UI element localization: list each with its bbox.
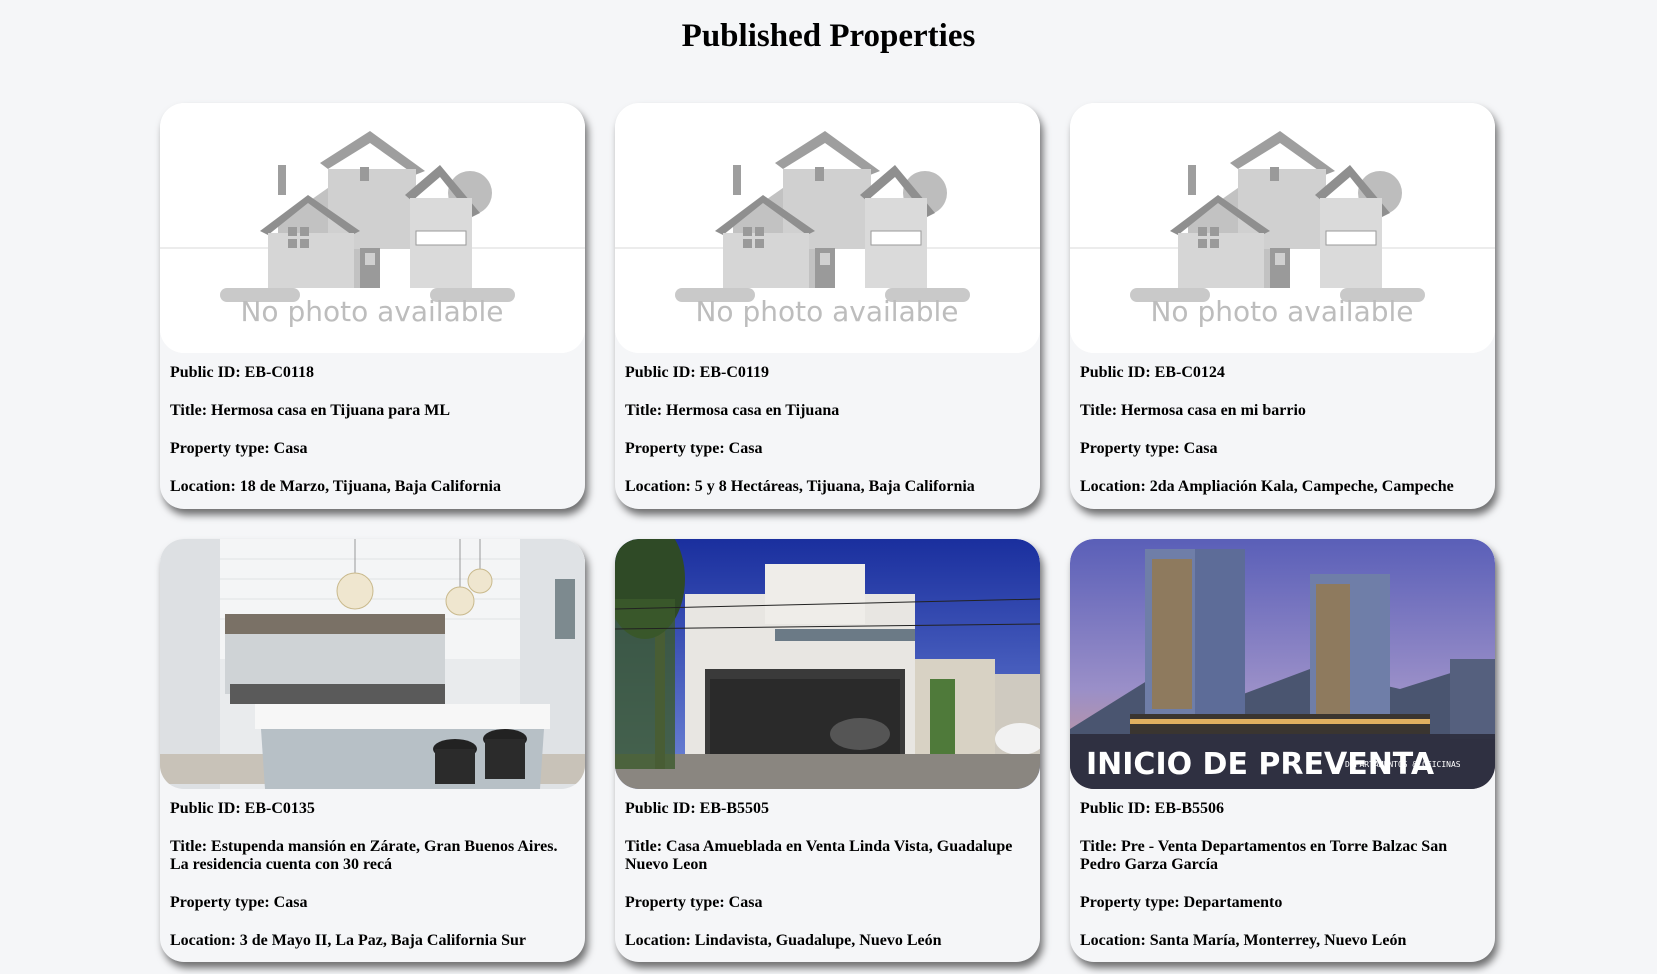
property-info: Public ID: EB-C0119 Title: Hermosa casa … bbox=[615, 353, 1040, 496]
property-card[interactable]: No photo available Public ID: EB-C0124 T… bbox=[1070, 103, 1495, 509]
page-title: Published Properties bbox=[681, 18, 976, 54]
property-type: Property type: Casa bbox=[625, 440, 763, 457]
property-type: Property type: Casa bbox=[170, 894, 308, 911]
no-photo-text: No photo available bbox=[1150, 295, 1413, 328]
property-title: Title: Hermosa casa en Tijuana bbox=[625, 402, 840, 419]
public-id: Public ID: EB-C0118 bbox=[170, 364, 315, 381]
public-id: Public ID: EB-B5505 bbox=[625, 800, 770, 817]
property-location: Location: 18 de Marzo, Tijuana, Baja Cal… bbox=[170, 478, 501, 495]
property-title: Title: Pre - Venta Departamentos en Torr… bbox=[1080, 838, 1448, 873]
no-photo-placeholder-image: No photo available bbox=[615, 103, 1040, 353]
property-info: Public ID: EB-C0124 Title: Hermosa casa … bbox=[1070, 353, 1495, 496]
preventa-subtext: DEPARTAMENTOS & OFICINAS bbox=[1345, 760, 1461, 769]
property-card[interactable]: INICIO DE PREVENTA DEPARTAMENTOS & OFICI… bbox=[1070, 539, 1495, 962]
property-type: Property type: Casa bbox=[170, 440, 308, 457]
property-info: Public ID: EB-C0118 Title: Hermosa casa … bbox=[160, 353, 585, 496]
property-info: Public ID: EB-B5505 Title: Casa Amueblad… bbox=[615, 789, 1040, 950]
no-photo-placeholder-image: No photo available bbox=[160, 103, 585, 353]
property-type: Property type: Departamento bbox=[1080, 894, 1283, 911]
property-card[interactable]: Public ID: EB-B5505 Title: Casa Amueblad… bbox=[615, 539, 1040, 962]
kitchen-photo bbox=[160, 539, 585, 789]
public-id: Public ID: EB-B5506 bbox=[1080, 800, 1225, 817]
public-id: Public ID: EB-C0135 bbox=[170, 800, 315, 817]
property-type: Property type: Casa bbox=[1080, 440, 1218, 457]
house-street-photo bbox=[615, 539, 1040, 789]
property-title: Title: Casa Amueblada en Venta Linda Vis… bbox=[625, 838, 1013, 873]
property-info: Public ID: EB-B5506 Title: Pre - Venta D… bbox=[1070, 789, 1495, 950]
property-title: Title: Estupenda mansión en Zárate, Gran… bbox=[170, 838, 558, 873]
property-location: Location: Santa María, Monterrey, Nuevo … bbox=[1080, 932, 1407, 949]
property-grid: No photo available Public ID: EB-C0118 T… bbox=[160, 103, 1495, 962]
property-type: Property type: Casa bbox=[625, 894, 763, 911]
property-location: Location: 3 de Mayo II, La Paz, Baja Cal… bbox=[170, 932, 526, 949]
towers-photo: INICIO DE PREVENTA DEPARTAMENTOS & OFICI… bbox=[1070, 539, 1495, 789]
property-title: Title: Hermosa casa en mi barrio bbox=[1080, 402, 1306, 419]
no-photo-text: No photo available bbox=[240, 295, 503, 328]
public-id: Public ID: EB-C0124 bbox=[1080, 364, 1225, 381]
property-location: Location: Lindavista, Guadalupe, Nuevo L… bbox=[625, 932, 942, 949]
property-title: Title: Hermosa casa en Tijuana para ML bbox=[170, 402, 450, 419]
property-location: Location: 5 y 8 Hectáreas, Tijuana, Baja… bbox=[625, 478, 975, 495]
property-card[interactable]: No photo available Public ID: EB-C0119 T… bbox=[615, 103, 1040, 509]
no-photo-placeholder-image: No photo available bbox=[1070, 103, 1495, 353]
property-card[interactable]: No photo available Public ID: EB-C0118 T… bbox=[160, 103, 585, 509]
no-photo-text: No photo available bbox=[695, 295, 958, 328]
public-id: Public ID: EB-C0119 bbox=[625, 364, 770, 381]
property-location: Location: 2da Ampliación Kala, Campeche,… bbox=[1080, 478, 1454, 495]
property-info: Public ID: EB-C0135 Title: Estupenda man… bbox=[160, 789, 585, 950]
property-card[interactable]: Public ID: EB-C0135 Title: Estupenda man… bbox=[160, 539, 585, 962]
